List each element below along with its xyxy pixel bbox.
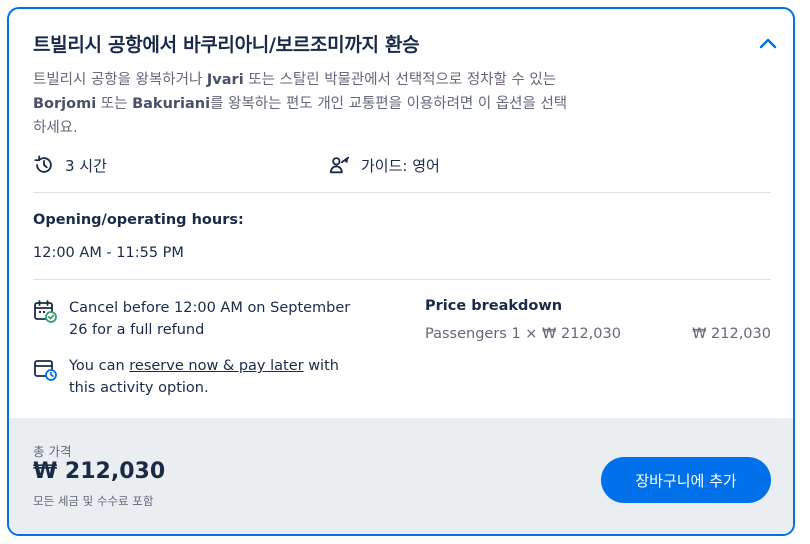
cancellation-text: Cancel before 12:00 AM on September 26 f…: [69, 300, 351, 338]
description-text-3: 또는: [96, 96, 133, 112]
taxes-fees-note: 모든 세금 및 수수료 포함: [33, 494, 154, 508]
description-jvari: Jvari: [206, 72, 244, 88]
calendar-clock-icon: [34, 360, 57, 381]
divider: [33, 279, 771, 280]
chevron-up-icon[interactable]: [757, 33, 779, 53]
guide-info: 가이드: 영어: [329, 154, 440, 176]
calendar-check-icon: [34, 300, 57, 323]
total-price: ₩ 212,030: [33, 459, 166, 484]
reserve-now-pay-later-link[interactable]: reserve now & pay later: [129, 358, 303, 374]
total-price-label: 총 가격: [33, 444, 72, 459]
guide-person-icon: [329, 156, 350, 174]
price-breakdown-row: Passengers 1 × ₩ 212,030 ₩ 212,030: [425, 326, 771, 342]
option-description: 트빌리시 공항을 왕복하거나 Jvari 또는 스탈린 박물관에서 선택적으로 …: [33, 68, 573, 140]
divider: [33, 192, 771, 193]
reserve-text: You can reserve now & pay later with thi…: [69, 355, 369, 399]
description-text-1: 트빌리시 공항을 왕복하거나: [33, 72, 207, 88]
description-text-2: 또는 스탈린 박물관에서 선택적으로 정차할 수 있는: [243, 72, 557, 88]
operating-hours-value: 12:00 AM - 11:55 PM: [33, 245, 184, 261]
duration-info: 3 시간: [33, 154, 107, 176]
price-breakdown-title: Price breakdown: [425, 298, 563, 314]
description-bakuriani: Bakuriani: [132, 96, 211, 112]
add-to-cart-button[interactable]: 장바구니에 추가: [601, 457, 771, 503]
activity-option-card: 트빌리시 공항에서 바쿠리아니/보르조미까지 환승 트빌리시 공항을 왕복하거나…: [7, 7, 795, 536]
duration-text: 3 시간: [65, 156, 107, 175]
reserve-now-pay-later-policy: You can reserve now & pay later with thi…: [33, 355, 369, 399]
checkout-footer: 총 가격 ₩ 212,030 모든 세금 및 수수료 포함 장바구니에 추가: [9, 418, 793, 534]
description-borjomi: Borjomi: [33, 96, 97, 112]
reserve-prefix: You can: [69, 358, 130, 374]
free-cancellation-policy: Cancel before 12:00 AM on September 26 f…: [33, 297, 369, 341]
passengers-subtotal: ₩ 212,030: [692, 326, 771, 342]
operating-hours-heading: Opening/operating hours:: [33, 212, 244, 228]
guide-language-text: 가이드: 영어: [361, 156, 440, 175]
option-title: 트빌리시 공항에서 바쿠리아니/보르조미까지 환승: [33, 34, 420, 56]
clock-history-icon: [34, 155, 52, 173]
passengers-label: Passengers 1 × ₩ 212,030: [425, 326, 621, 342]
